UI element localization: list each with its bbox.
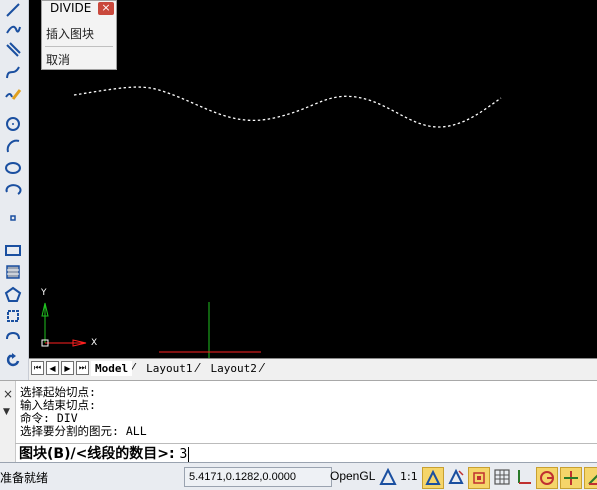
- spline-icon[interactable]: [3, 62, 23, 82]
- command-input-value[interactable]: 3: [180, 447, 188, 462]
- circle-icon[interactable]: [3, 114, 23, 134]
- command-window-handle: × ▼: [0, 381, 16, 463]
- first-tab-icon[interactable]: ⏮: [31, 361, 44, 375]
- menu-item-insert-block[interactable]: 插入图块: [42, 15, 116, 46]
- line-icon[interactable]: [3, 0, 23, 20]
- rectangle-icon[interactable]: [3, 240, 23, 260]
- auto-scale-icon[interactable]: [446, 467, 466, 487]
- ucs-icon: [41, 302, 87, 347]
- ucs-x-label: X: [91, 338, 98, 348]
- polygon-icon[interactable]: [3, 285, 23, 305]
- status-ready: 准备就绪: [0, 471, 49, 485]
- annotation-scale[interactable]: 1:1: [400, 467, 418, 487]
- chevron-down-icon[interactable]: ▼: [3, 407, 10, 417]
- ucs-y-label: Y: [41, 288, 47, 298]
- polyline-icon[interactable]: [3, 20, 23, 40]
- annotation-scale-icon[interactable]: [378, 467, 398, 487]
- text-caret: [188, 446, 190, 462]
- status-toggles: 1:1: [378, 467, 597, 489]
- dashed-spline[interactable]: [73, 86, 502, 128]
- command-input[interactable]: 图块(B)/<线段的数目>: 3: [15, 443, 597, 464]
- object-tracking-icon[interactable]: [583, 467, 597, 489]
- annotation-visibility-icon[interactable]: [421, 467, 444, 489]
- hatch-icon[interactable]: [3, 262, 23, 282]
- ellipse-arc-icon[interactable]: [3, 180, 23, 200]
- snap-icon[interactable]: [467, 467, 490, 489]
- divide-context-menu: DIVIDE × 插入图块 取消: [41, 0, 117, 70]
- last-tab-icon[interactable]: ⏭: [76, 361, 89, 375]
- coordinate-readout: 5.4171,0.1282,0.0000: [184, 467, 332, 487]
- command-prompt: 图块(B)/<线段的数目>:: [19, 446, 175, 462]
- context-menu-header: DIVIDE ×: [42, 1, 116, 15]
- region-icon[interactable]: [3, 306, 23, 326]
- close-icon[interactable]: ×: [98, 1, 114, 15]
- tab-layout2[interactable]: Layout2: [206, 361, 260, 376]
- grid-icon[interactable]: [492, 467, 512, 487]
- next-tab-icon[interactable]: ▶: [61, 361, 74, 375]
- double-line-icon[interactable]: [3, 40, 23, 60]
- layout-tab-bar: ⏮ ◀ ▶ ⏭ Model ⁄ Layout1 ⁄ Layout2 ⁄: [29, 358, 597, 377]
- history-line: 选择要分割的图元: ALL: [20, 424, 147, 438]
- close-icon[interactable]: ×: [3, 387, 13, 401]
- draw-toolbar: [0, 0, 29, 380]
- menu-item-cancel[interactable]: 取消: [42, 47, 116, 72]
- command-window: × ▼ 选择起始切点: 输入结束切点: 命令: DIV 选择要分割的图元: AL…: [0, 380, 597, 463]
- sketch-icon[interactable]: [3, 84, 23, 104]
- undo-icon[interactable]: [3, 350, 23, 370]
- tab-divider: ⁄: [260, 360, 263, 375]
- tab-divider: ⁄: [132, 360, 135, 375]
- revision-cloud-icon[interactable]: [3, 326, 23, 346]
- tab-layout1[interactable]: Layout1: [142, 361, 196, 376]
- polar-tracking-icon[interactable]: [535, 467, 558, 489]
- ellipse-icon[interactable]: [3, 158, 23, 178]
- arc-icon[interactable]: [3, 136, 23, 156]
- point-icon[interactable]: [3, 208, 23, 228]
- tab-divider: ⁄: [196, 360, 199, 375]
- ortho-icon[interactable]: [514, 467, 534, 487]
- object-snap-icon[interactable]: [559, 467, 582, 489]
- status-bar: 准备就绪 5.4171,0.1282,0.0000 OpenGL 1:1: [0, 462, 597, 490]
- tab-model[interactable]: Model: [91, 360, 133, 376]
- opengl-toggle[interactable]: OpenGL: [330, 469, 375, 483]
- context-menu-title: DIVIDE: [50, 1, 92, 15]
- command-history: 选择起始切点: 输入结束切点: 命令: DIV 选择要分割的图元: ALL: [20, 386, 147, 438]
- prev-tab-icon[interactable]: ◀: [46, 361, 59, 375]
